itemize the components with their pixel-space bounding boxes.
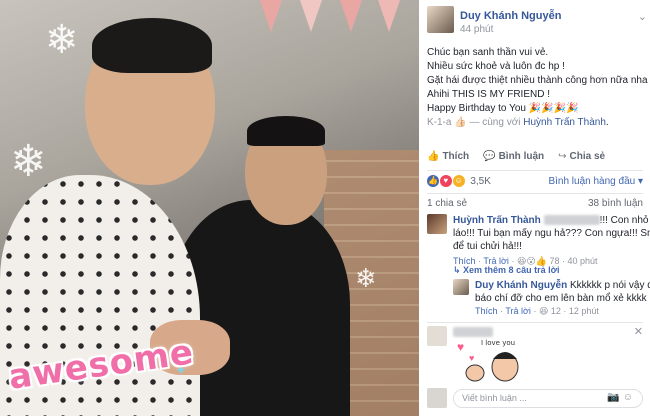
emoji-icon[interactable]: ☺ [623, 392, 636, 403]
reaction-summary[interactable]: 👍 ♥ ☺ 3,5K Bình luận hàng đầu ▾ [427, 175, 643, 189]
like-label: Thích [442, 151, 470, 162]
snowflake-icon: ❄ [45, 18, 79, 62]
share-comment-counts: 1 chia sẻ 38 bình luận [427, 198, 643, 209]
share-button[interactable]: ↪ Chia sẻ [558, 151, 605, 167]
reply-body: Duy Khánh Nguyễn Kkkkkk p nói vậy để báo… [475, 279, 650, 305]
party-flag [300, 0, 322, 32]
reply-meta: Thích · Trả lời · 😆 12 · 12 phút [475, 306, 599, 316]
tagged-friend[interactable]: Huỳnh Trấn Thành [523, 117, 606, 128]
reply-time[interactable]: 12 phút [569, 306, 599, 316]
party-flag [340, 0, 362, 32]
post-line: Nhiều sức khoẻ và luôn đc hp ! [427, 61, 565, 72]
post-header: Duy Khánh Nguyễn 44 phút ⌄ [427, 6, 647, 36]
camera-icon[interactable]: 📷 [607, 392, 622, 403]
haha-reaction-icon: ☺ [452, 175, 465, 187]
reply-text: Kkkkkk p nói vậy để [570, 280, 650, 291]
current-user-avatar [427, 388, 447, 408]
reaction-icons: 😆 [538, 306, 549, 316]
sticker-heart-icon: ♥ [469, 353, 474, 363]
sticker-caption: I love you [481, 339, 516, 347]
love-you-sticker: ♥ ♥ I love you [455, 337, 527, 383]
post-line-tag: K-1-a 👍🏻 — cùng với Huỳnh Trấn Thành. [427, 116, 647, 130]
snowflake-icon: ❄ [10, 137, 47, 186]
person-left-hair [92, 18, 212, 73]
comment-placeholder: Viết bình luận ... [462, 393, 527, 403]
reply-item: Duy Khánh Nguyễn Kkkkkk p nói vậy để báo… [453, 279, 650, 319]
like-button[interactable]: 👍 Thích [427, 151, 469, 167]
author-avatar[interactable] [427, 6, 454, 33]
person-right-hair [247, 116, 325, 146]
thumbs-up-icon: 👍 [427, 151, 440, 162]
comment-text: để tui chửi hả!!! [453, 241, 522, 252]
sticker-heart-icon: ♥ [457, 340, 464, 354]
comment-text: !!! Con nhỏ hỗn [599, 215, 650, 226]
tag-prefix: K-1-a 👍🏻 — cùng với [427, 117, 521, 128]
author-name[interactable]: Duy Khánh Nguyễn [460, 10, 561, 22]
blurred-name [453, 327, 493, 338]
replier-name[interactable]: Duy Khánh Nguyễn [475, 280, 567, 291]
comment-composer: Viết bình luận ... 📷☺ [427, 388, 643, 410]
comment-sort-dropdown[interactable]: Bình luận hàng đầu ▾ [548, 176, 643, 187]
post-time[interactable]: 44 phút [460, 24, 493, 35]
see-more-replies-link[interactable]: ↳ Xem thêm 8 câu trả lời [453, 265, 559, 276]
post-line: Chúc bạn sanh thần vui vẻ. [427, 47, 549, 58]
commenter-avatar[interactable] [427, 214, 447, 234]
chevron-down-icon[interactable]: ⌄ [638, 10, 647, 23]
tag-suffix: . [605, 117, 609, 128]
love-reaction-icon: ♥ [439, 175, 452, 187]
comment-input[interactable]: Viết bình luận ... 📷☺ [453, 389, 643, 408]
comment-time[interactable]: 40 phút [567, 256, 597, 266]
post-line: Happy Birthday to You 🎉🎉🎉🎉 [427, 103, 579, 114]
comment-count[interactable]: 38 bình luận [588, 198, 643, 209]
reaction-count: 3,5K [470, 175, 491, 187]
composer-icons: 📷☺ [607, 392, 636, 403]
post-message: Chúc bạn sanh thần vui vẻ. Nhiều sức kho… [427, 46, 650, 130]
share-icon: ↪ [558, 151, 567, 162]
see-more-replies-label: Xem thêm 8 câu trả lời [463, 265, 560, 275]
snowflake-icon: ❄ [355, 263, 377, 293]
reply-reply-link[interactable]: Trả lời [505, 306, 531, 316]
post-actions: 👍 Thích 💬 Bình luận ↪ Chia sẻ [427, 151, 643, 167]
share-label: Chia sẻ [569, 151, 606, 162]
comment-button[interactable]: 💬 Bình luận [483, 151, 544, 167]
close-icon[interactable]: ✕ [634, 326, 643, 339]
replier-avatar[interactable] [453, 279, 469, 295]
post-line: Gặt hái được thiệt nhiều thành công hơn … [427, 75, 650, 86]
share-count[interactable]: 1 chia sẻ [427, 198, 467, 209]
comment-icon: 💬 [483, 151, 496, 162]
comment-body: Huỳnh Trấn Thành !!! Con nhỏ hỗn láo!!! … [453, 214, 650, 253]
party-flag [260, 0, 282, 32]
post-details-panel: Duy Khánh Nguyễn 44 phút ⌄ Chúc bạn sanh… [419, 0, 650, 416]
reply-reaction-count: 12 [550, 306, 561, 316]
post-line: Ahihi THIS IS MY FRIEND ! [427, 89, 550, 100]
reply-like-link[interactable]: Thích [475, 306, 498, 316]
comment-label: Bình luận [498, 151, 545, 162]
commenter-name[interactable]: Huỳnh Trấn Thành [453, 215, 541, 226]
divider [427, 322, 643, 323]
divider [427, 170, 643, 171]
blurred-text [543, 215, 600, 226]
post-photo[interactable]: ❄ ❄ ❄ ♥ ✦ awesome [0, 0, 419, 416]
comment-text: láo!!! Tui bạn mấy ngu hả??? Con ngựa!!!… [453, 228, 650, 239]
party-flag [378, 0, 400, 32]
reply-text: báo chí đỡ cho em lên bàn mổ xẻ kkkk [475, 293, 647, 304]
commenter-avatar[interactable] [427, 326, 447, 346]
divider [427, 193, 643, 194]
like-reaction-icon: 👍 [427, 175, 439, 187]
